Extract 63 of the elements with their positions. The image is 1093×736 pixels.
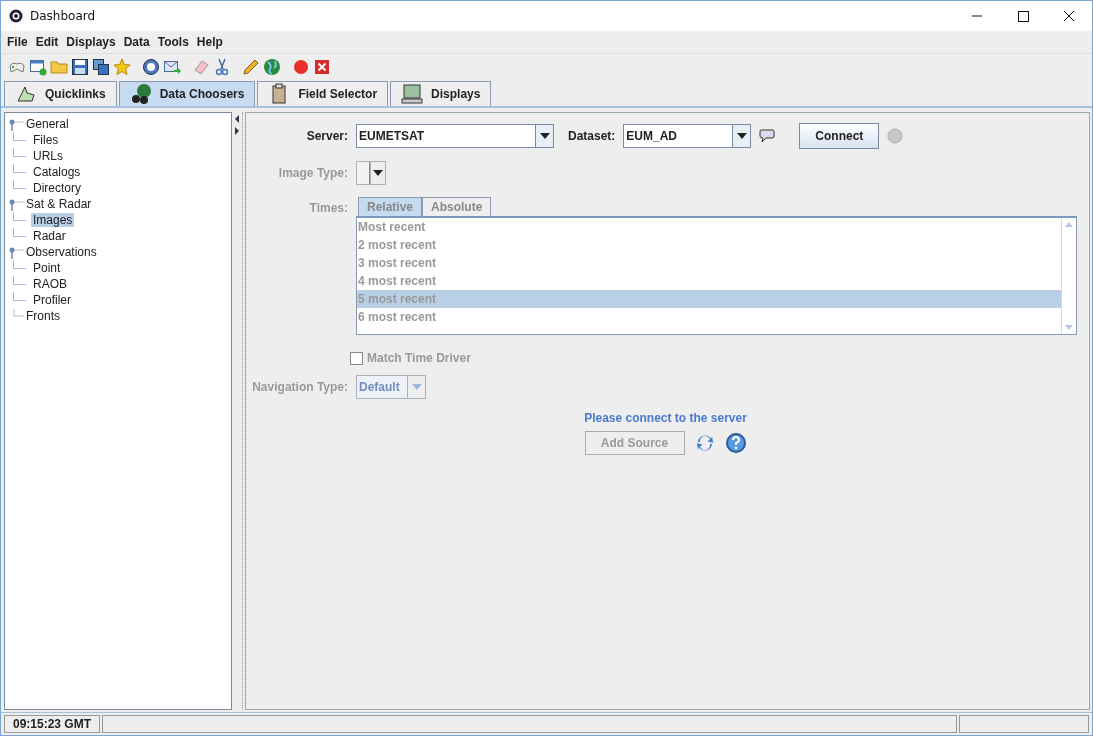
- app-icon: [9, 9, 23, 23]
- connect-button[interactable]: Connect: [799, 123, 880, 149]
- tree-item[interactable]: URLs: [31, 149, 65, 163]
- tree-item[interactable]: General: [24, 117, 71, 131]
- eraser-icon[interactable]: [192, 58, 210, 76]
- tree-item[interactable]: Catalogs: [31, 165, 83, 179]
- caret-icon: [736, 133, 747, 139]
- help-icon[interactable]: [724, 432, 747, 454]
- record-icon[interactable]: [292, 58, 310, 76]
- monitor-icon: [401, 83, 424, 105]
- tree-item[interactable]: Images: [31, 213, 75, 227]
- tree-item[interactable]: Files: [31, 133, 61, 147]
- expanded-handle-icon[interactable]: [8, 117, 24, 131]
- copy-icon[interactable]: [92, 58, 110, 76]
- expanded-handle-icon[interactable]: [8, 245, 24, 259]
- close-icon[interactable]: [313, 58, 331, 76]
- window-icon[interactable]: [29, 58, 47, 76]
- menu-item[interactable]: Displays: [62, 35, 120, 49]
- binoculars-icon: [129, 83, 152, 105]
- field-label: Server:: [305, 129, 348, 143]
- tree-item[interactable]: Fronts: [24, 309, 62, 323]
- tree-item[interactable]: Point: [31, 261, 63, 275]
- status-light-icon: [887, 128, 904, 144]
- scissors-icon[interactable]: [213, 58, 231, 76]
- help-icon[interactable]: [142, 58, 160, 76]
- tree-item[interactable]: Profiler: [31, 293, 73, 307]
- tree-item[interactable]: Directory: [31, 181, 83, 195]
- checkbox-label: Match Time Driver: [367, 351, 471, 365]
- menu-item[interactable]: File: [3, 35, 32, 49]
- server-dropdown[interactable]: EUMETSAT: [356, 124, 554, 148]
- menu-item[interactable]: Tools: [153, 35, 193, 49]
- tree-item[interactable]: RAOB: [31, 277, 69, 291]
- scroll-bar[interactable]: [1061, 218, 1076, 334]
- menu-item[interactable]: Edit: [31, 35, 63, 49]
- field-label: Dataset:: [568, 129, 616, 143]
- window-title: Dashboard: [30, 9, 96, 23]
- split-arrows-icon[interactable]: [234, 114, 240, 136]
- pencil-icon[interactable]: [242, 58, 260, 76]
- globe-icon[interactable]: [263, 58, 281, 76]
- star-icon[interactable]: [113, 58, 131, 76]
- menu-item[interactable]: Data: [119, 35, 154, 49]
- status-time: 09:15:23 GMT: [4, 715, 101, 733]
- refresh-icon[interactable]: [694, 433, 715, 453]
- mail-icon[interactable]: [163, 58, 181, 76]
- field-label: Image Type:: [277, 166, 348, 180]
- save-icon[interactable]: [71, 58, 89, 76]
- status-message: Please connect to the server: [583, 411, 748, 425]
- tab[interactable]: Displays: [390, 81, 492, 106]
- tree-item[interactable]: Radar: [31, 229, 68, 243]
- caret-icon: [373, 170, 383, 176]
- speech-bubble-icon[interactable]: [759, 129, 776, 143]
- caret-icon: [539, 133, 550, 139]
- dataset-dropdown[interactable]: EUM_AD: [623, 124, 752, 148]
- tree-item[interactable]: Sat & Radar: [24, 197, 94, 211]
- tab[interactable]: Field Selector: [257, 81, 389, 106]
- tab[interactable]: Quicklinks: [4, 81, 117, 106]
- field-label: Navigation Type:: [251, 380, 348, 394]
- caret-icon: [411, 384, 422, 390]
- tab[interactable]: Data Choosers: [118, 81, 256, 106]
- field-label: Times:: [308, 200, 348, 217]
- expanded-handle-icon[interactable]: [8, 197, 24, 211]
- menu-item[interactable]: Help: [192, 35, 227, 49]
- tree-item[interactable]: Observations: [24, 245, 99, 259]
